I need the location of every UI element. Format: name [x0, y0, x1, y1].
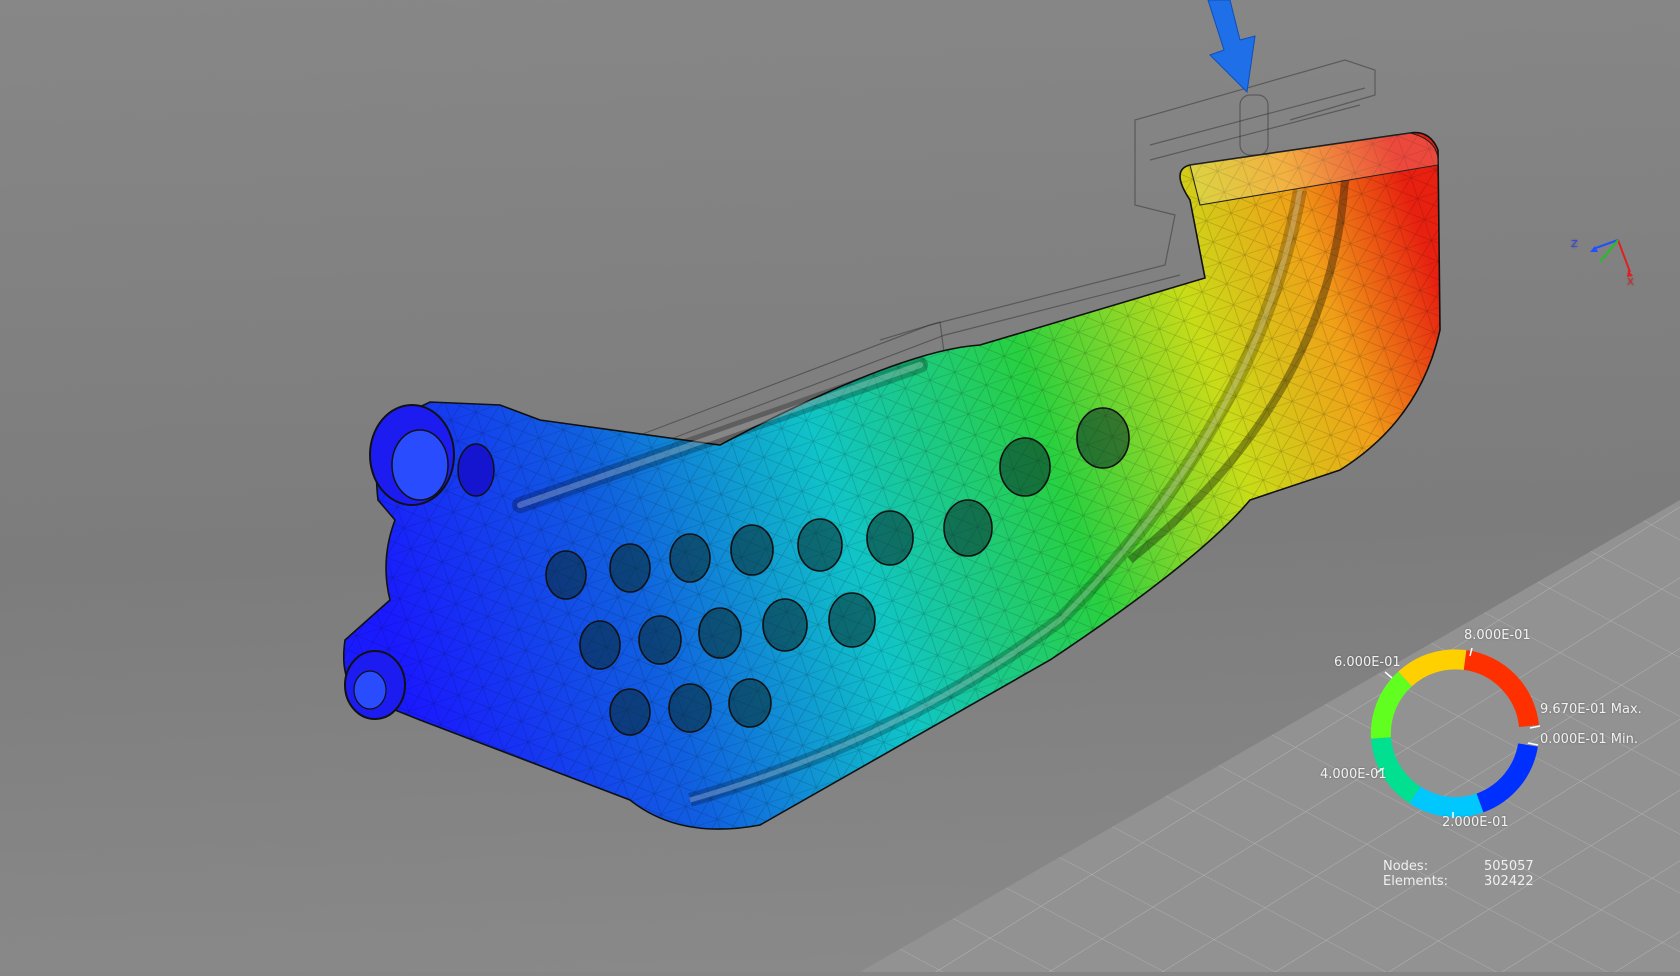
- elements-value: 302422: [1484, 874, 1534, 889]
- nodes-value: 505057: [1484, 859, 1534, 874]
- bracket-part[interactable]: [343, 131, 1441, 830]
- legend-tick-0.4: 4.000E-01: [1320, 767, 1387, 782]
- legend-tick-0.2: 2.000E-01: [1442, 815, 1509, 830]
- model-scene: [343, 0, 1680, 972]
- legend-tick-0.8: 8.000E-01: [1464, 628, 1531, 643]
- mesh-statistics: Nodes: 505057 Elements: 302422: [1383, 859, 1534, 889]
- 3d-viewport[interactable]: Z X 8.000E-01 6.000E-01 4.000E-01 2.000E…: [0, 0, 1680, 972]
- result-legend-ring: [1370, 648, 1540, 818]
- nodes-label: Nodes:: [1383, 859, 1429, 874]
- axis-triad-icon: [1590, 239, 1633, 277]
- axis-z-label: Z: [1571, 239, 1578, 250]
- elements-label: Elements:: [1383, 874, 1448, 889]
- legend-min-label: 0.000E-01 Min.: [1540, 732, 1638, 747]
- legend-max-label: 9.670E-01 Max.: [1540, 702, 1642, 717]
- axis-x-label: X: [1627, 277, 1634, 288]
- arrow-down-icon[interactable]: [1207, 0, 1256, 94]
- legend-tick-0.6: 6.000E-01: [1334, 655, 1401, 670]
